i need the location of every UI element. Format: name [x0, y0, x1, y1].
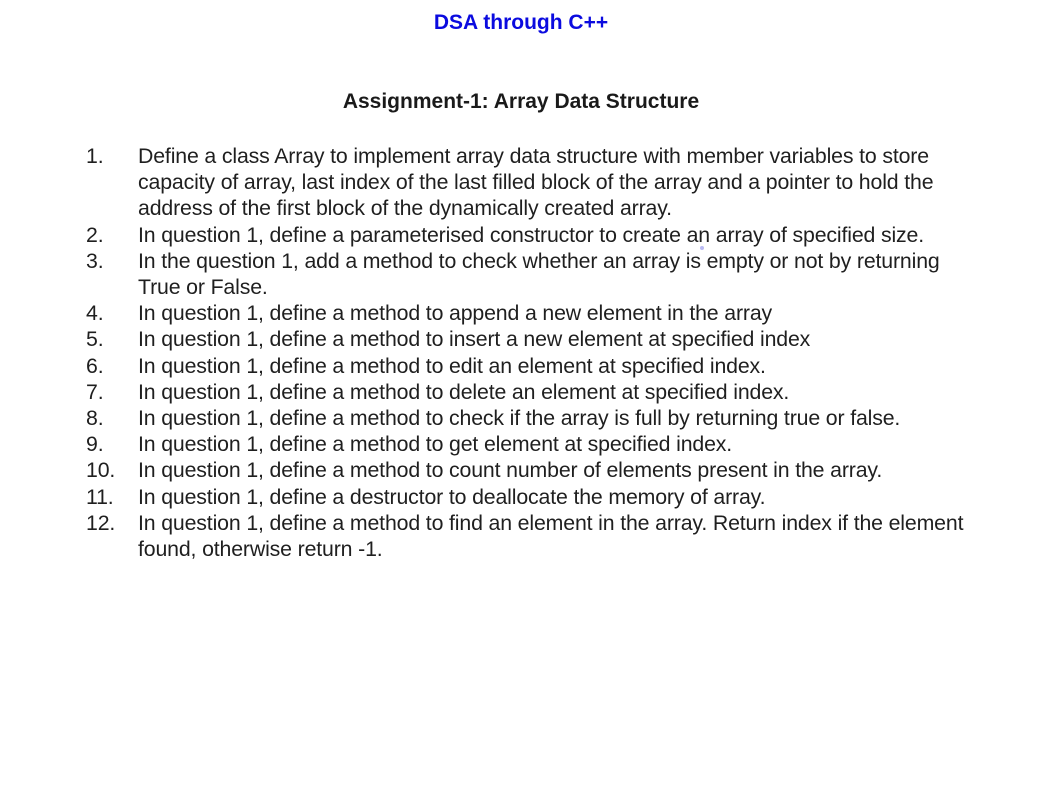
question-number: 8. — [86, 406, 104, 431]
course-title: DSA through C++ — [433, 11, 609, 34]
assignment-title: Assignment-1: Array Data Structure — [342, 90, 700, 113]
cursor-dot-icon — [700, 246, 704, 250]
question-number: 3. — [86, 248, 104, 273]
question-text: In question 1, define a method to find a… — [138, 510, 964, 562]
question-text: In question 1, define a method to insert… — [138, 327, 811, 352]
question-text: In question 1, define a method to edit a… — [138, 353, 766, 378]
question-item-7: 7. In question 1, define a method to del… — [86, 379, 986, 405]
question-item-2: 2. In question 1, define a parameterised… — [86, 222, 986, 248]
question-text: In question 1, define a method to count … — [138, 458, 883, 483]
question-text: Define a class Array to implement array … — [138, 144, 934, 221]
question-item-9: 9. In question 1, define a method to get… — [86, 431, 986, 457]
question-number: 7. — [86, 379, 104, 404]
question-item-3: 3. In the question 1, add a method to ch… — [86, 248, 986, 300]
question-item-1: 1. Define a class Array to implement arr… — [86, 143, 986, 222]
question-number: 10. — [86, 458, 116, 483]
question-item-5: 5. In question 1, define a method to ins… — [86, 326, 986, 352]
question-number: 4. — [86, 301, 104, 326]
question-text: In question 1, define a method to delete… — [138, 379, 790, 404]
question-text: In question 1, define a method to check … — [138, 406, 901, 431]
question-list: 1. Define a class Array to implement arr… — [86, 143, 986, 562]
question-number: 12. — [86, 510, 116, 535]
question-text: In question 1, define a parameterised co… — [138, 222, 925, 247]
question-item-10: 10. In question 1, define a method to co… — [86, 457, 986, 483]
question-number: 1. — [86, 144, 104, 168]
question-text: In question 1, define a method to get el… — [138, 432, 733, 457]
question-item-11: 11. In question 1, define a destructor t… — [86, 484, 986, 510]
question-number: 11. — [86, 484, 114, 509]
question-text: In question 1, define a destructor to de… — [138, 484, 766, 509]
question-item-6: 6. In question 1, define a method to edi… — [86, 353, 986, 379]
question-text: In question 1, define a method to append… — [138, 301, 773, 326]
question-number: 5. — [86, 327, 104, 352]
question-text: In the question 1, add a method to check… — [138, 248, 940, 300]
question-number: 6. — [86, 353, 104, 378]
question-item-4: 4. In question 1, define a method to app… — [86, 300, 986, 326]
question-item-12: 12. In question 1, define a method to fi… — [86, 510, 986, 562]
question-number: 9. — [86, 432, 104, 457]
question-item-8: 8. In question 1, define a method to che… — [86, 405, 986, 431]
question-number: 2. — [86, 222, 104, 247]
